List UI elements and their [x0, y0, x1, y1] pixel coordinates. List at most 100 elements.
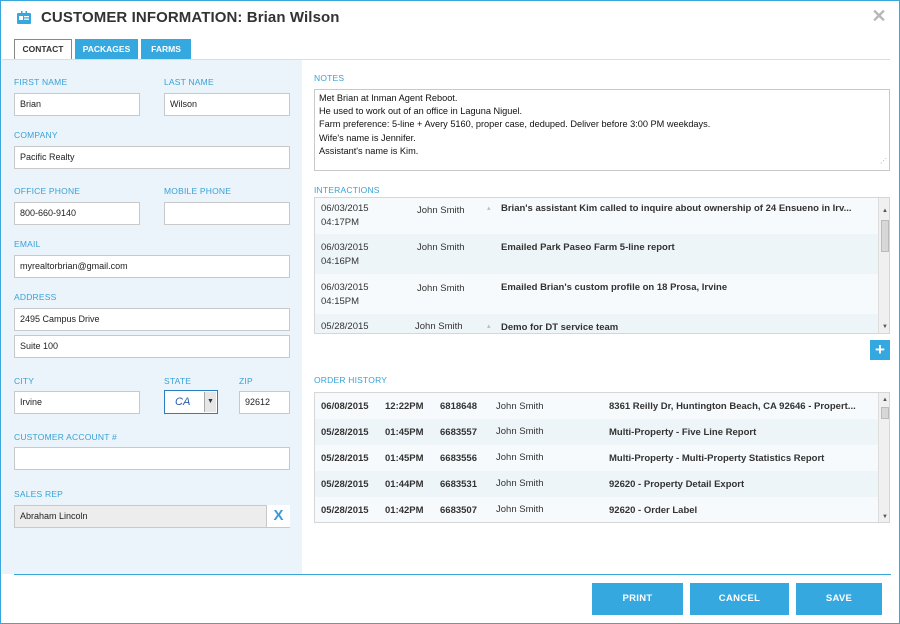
mobile-phone-field[interactable] — [164, 202, 290, 225]
interaction-user: John Smith — [417, 205, 465, 216]
order-number: 6683557 — [440, 427, 477, 438]
order-time: 01:45PM — [385, 427, 424, 438]
order-date: 05/28/2015 — [321, 505, 369, 516]
state-select[interactable]: CA ▼ — [164, 390, 218, 414]
add-interaction-button[interactable]: + — [870, 340, 890, 360]
interaction-date: 06/03/2015 — [321, 282, 369, 293]
scroll-down-icon[interactable]: ▼ — [880, 512, 889, 522]
order-row[interactable]: 05/28/2015 01:44PM 6683531 John Smith 92… — [315, 471, 878, 497]
order-description: Multi-Property - Five Line Report — [609, 427, 757, 438]
tab-packages[interactable]: PACKAGES — [75, 39, 138, 60]
order-time: 01:45PM — [385, 453, 424, 464]
order-description: 8361 Reilly Dr, Huntington Beach, CA 926… — [609, 401, 856, 412]
notes-line: Wife's name is Jennifer. — [319, 132, 416, 143]
order-date: 05/28/2015 — [321, 479, 369, 490]
cancel-button[interactable]: CANCEL — [690, 583, 789, 615]
order-row[interactable]: 05/28/2015 01:42PM 6683507 John Smith 92… — [315, 497, 878, 522]
order-history-label: ORDER HISTORY — [314, 375, 388, 385]
interactions-scrollbar[interactable]: ▲ ▼ — [878, 198, 889, 333]
scroll-up-icon[interactable]: ▲ — [880, 395, 889, 405]
interaction-row[interactable]: 06/03/2015 04:17PM John Smith ▴ Brian's … — [315, 198, 878, 234]
save-button[interactable]: SAVE — [796, 583, 882, 615]
notes-line: Farm preference: 5-line + Avery 5160, pr… — [319, 119, 711, 130]
order-date: 05/28/2015 — [321, 453, 369, 464]
company-field[interactable]: Pacific Realty — [14, 146, 290, 169]
notes-line: Met Brian at Inman Agent Reboot. — [319, 93, 458, 103]
company-label: COMPANY — [14, 130, 58, 140]
notes-line: He used to work out of an office in Lagu… — [319, 106, 523, 117]
order-number: 6683507 — [440, 505, 477, 516]
first-name-field[interactable]: Brian — [14, 93, 140, 116]
interaction-time: 04:16PM — [321, 256, 360, 267]
bullet-icon: ▴ — [487, 205, 491, 212]
order-time: 01:42PM — [385, 505, 424, 516]
customer-account-label: CUSTOMER ACCOUNT # — [14, 432, 117, 442]
mobile-phone-label: MOBILE PHONE — [164, 186, 232, 196]
title-bar: CUSTOMER INFORMATION: Brian Wilson ✕ — [1, 1, 899, 37]
order-time: 01:44PM — [385, 479, 424, 490]
sales-rep-field[interactable]: Abraham Lincoln — [14, 505, 290, 528]
interaction-user: John Smith — [417, 283, 465, 294]
first-name-label: FIRST NAME — [14, 77, 68, 87]
order-row[interactable]: 05/28/2015 01:45PM 6683556 John Smith Mu… — [315, 445, 878, 471]
state-label: STATE — [164, 376, 192, 386]
notes-textarea[interactable]: Met Brian at Inman Agent Reboot. He used… — [314, 89, 890, 171]
order-user: John Smith — [496, 426, 544, 437]
scroll-up-icon[interactable]: ▲ — [880, 206, 889, 216]
interaction-row[interactable]: 06/03/2015 04:16PM John Smith Emailed Pa… — [315, 234, 878, 274]
office-phone-field[interactable]: 800-660-9140 — [14, 202, 140, 225]
order-description: 92620 - Property Detail Export — [609, 479, 745, 490]
interaction-date: 06/03/2015 — [321, 242, 369, 253]
interaction-date: 05/28/2015 — [321, 321, 369, 332]
order-description: 92620 - Order Label — [609, 505, 698, 516]
interactions-list: 06/03/2015 04:17PM John Smith ▴ Brian's … — [314, 197, 890, 334]
tab-contact[interactable]: CONTACT — [14, 39, 72, 60]
order-description: Multi-Property - Multi-Property Statisti… — [609, 453, 825, 464]
zip-label: ZIP — [239, 376, 253, 386]
order-row[interactable]: 06/08/2015 12:22PM 6818648 John Smith 83… — [315, 393, 878, 419]
bullet-icon: ▴ — [487, 323, 491, 330]
notes-label: NOTES — [314, 73, 345, 83]
close-icon[interactable]: ✕ — [871, 7, 887, 25]
order-user: John Smith — [496, 504, 544, 515]
order-user: John Smith — [496, 401, 544, 412]
order-user: John Smith — [496, 478, 544, 489]
state-value: CA — [175, 396, 191, 408]
interaction-row[interactable]: 05/28/2015 John Smith ▴ Demo for DT serv… — [315, 314, 878, 333]
order-date: 05/28/2015 — [321, 427, 369, 438]
interaction-user: John Smith — [417, 242, 465, 253]
notes-line: Assistant's name is Kim. — [319, 145, 419, 156]
interaction-text: Demo for DT service team — [501, 322, 619, 333]
clear-sales-rep-button[interactable]: X — [266, 505, 290, 527]
resize-grip-icon[interactable]: ⋰ — [880, 155, 887, 168]
interaction-text: Brian's assistant Kim called to inquire … — [501, 203, 852, 214]
scroll-down-icon[interactable]: ▼ — [880, 322, 889, 332]
chevron-down-icon[interactable]: ▼ — [204, 392, 216, 412]
order-number: 6683531 — [440, 479, 477, 490]
print-button[interactable]: PRINT — [592, 583, 683, 615]
address-line2-field[interactable]: Suite 100 — [14, 335, 290, 358]
scroll-thumb[interactable] — [881, 407, 889, 419]
interaction-date: 06/03/2015 — [321, 203, 369, 214]
interaction-time: 04:15PM — [321, 296, 360, 307]
scroll-thumb[interactable] — [881, 220, 889, 252]
office-phone-label: OFFICE PHONE — [14, 186, 81, 196]
customer-account-field[interactable] — [14, 447, 290, 470]
city-label: CITY — [14, 376, 35, 386]
email-label: EMAIL — [14, 239, 41, 249]
tab-farms[interactable]: FARMS — [141, 39, 191, 60]
last-name-field[interactable]: Wilson — [164, 93, 290, 116]
order-time: 12:22PM — [385, 401, 424, 412]
sales-rep-label: SALES REP — [14, 489, 64, 499]
city-field[interactable]: Irvine — [14, 391, 140, 414]
email-field[interactable]: myrealtorbrian@gmail.com — [14, 255, 290, 278]
address-label: ADDRESS — [14, 292, 57, 302]
order-history-scrollbar[interactable]: ▲ ▼ — [878, 393, 889, 522]
contact-card-icon — [17, 11, 31, 24]
interaction-text: Emailed Brian's custom profile on 18 Pro… — [501, 282, 728, 293]
zip-field[interactable]: 92612 — [239, 391, 290, 414]
address-line1-field[interactable]: 2495 Campus Drive — [14, 308, 290, 331]
order-row[interactable]: 05/28/2015 01:45PM 6683557 John Smith Mu… — [315, 419, 878, 445]
dialog-title: CUSTOMER INFORMATION: Brian Wilson — [41, 9, 340, 26]
interaction-row[interactable]: 06/03/2015 04:15PM John Smith Emailed Br… — [315, 274, 878, 314]
